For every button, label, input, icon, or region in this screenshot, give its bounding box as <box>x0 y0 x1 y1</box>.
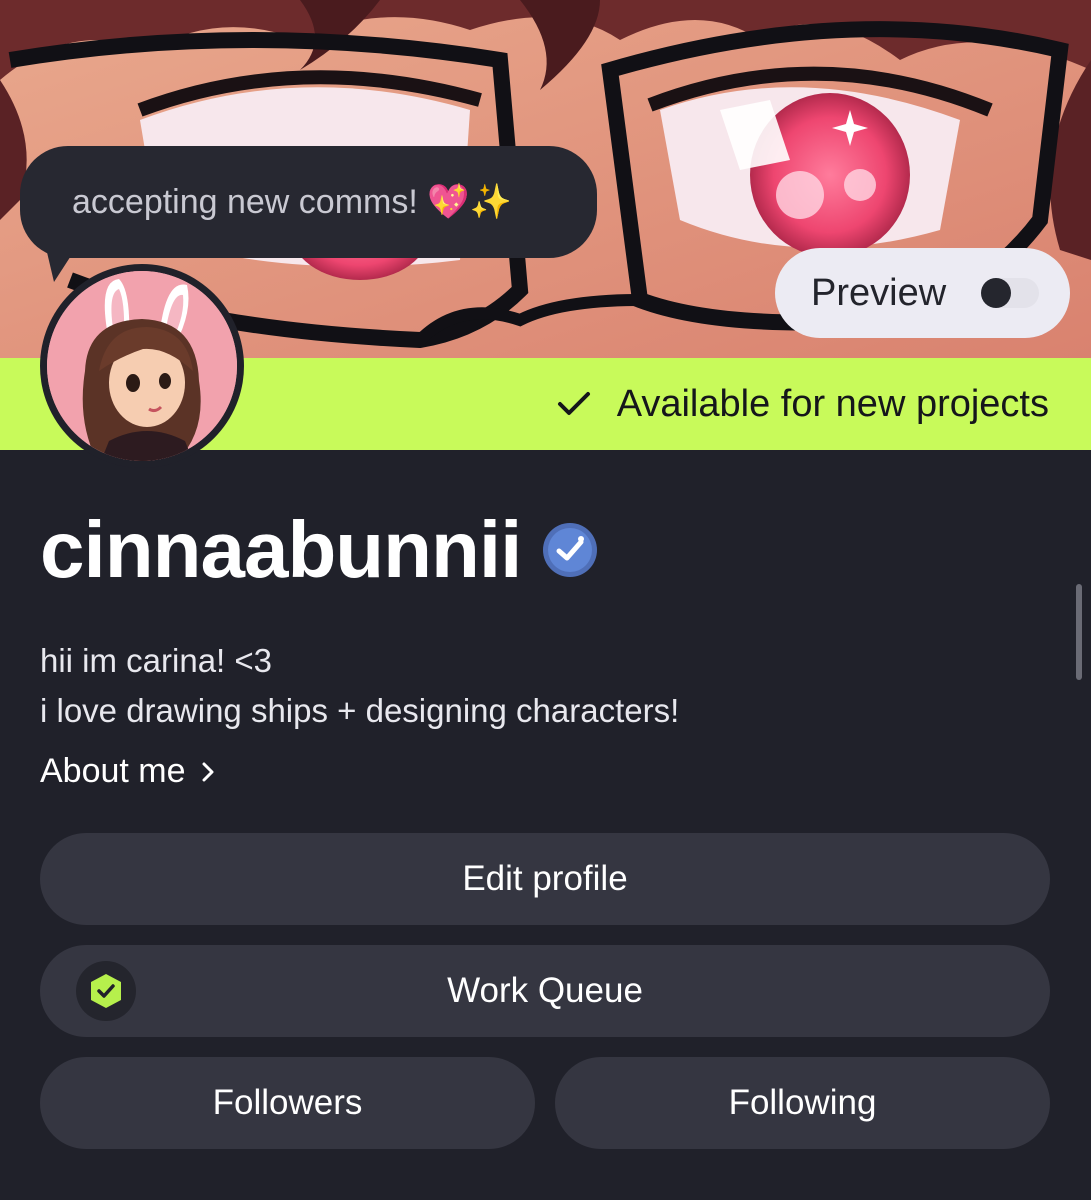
about-me-link[interactable]: About me <box>40 752 216 791</box>
username-row: cinnaabunnii <box>40 504 599 596</box>
avatar-illustration <box>47 271 237 461</box>
scrollbar[interactable] <box>1076 584 1082 680</box>
bio: hii im carina! <3 i love drawing ships +… <box>40 636 679 736</box>
preview-label: Preview <box>811 271 947 314</box>
edit-profile-label: Edit profile <box>462 859 628 898</box>
check-icon <box>557 392 590 415</box>
preview-toggle[interactable]: Preview <box>775 248 1070 338</box>
followers-button[interactable]: Followers <box>40 1057 535 1149</box>
status-bubble[interactable]: accepting new comms! 💖✨ <box>20 146 597 258</box>
verified-badge-icon <box>543 523 598 577</box>
bio-line: i love drawing ships + designing charact… <box>40 692 680 729</box>
about-me-label: About me <box>40 752 186 790</box>
edit-profile-button[interactable]: Edit profile <box>40 833 1050 925</box>
username: cinnaabunnii <box>40 505 522 594</box>
status-text: accepting new comms! 💖✨ <box>72 183 512 221</box>
bio-line: hii im carina! <3 <box>40 642 273 679</box>
avatar[interactable] <box>40 264 244 468</box>
profile-page: accepting new comms! 💖✨ Available for ne… <box>0 0 1091 1200</box>
toggle-knob <box>981 278 1011 308</box>
following-button[interactable]: Following <box>555 1057 1050 1149</box>
availability-text: Available for new projects <box>616 382 1049 425</box>
work-queue-button[interactable]: Work Queue <box>40 945 1050 1037</box>
work-queue-label: Work Queue <box>447 971 643 1010</box>
chevron-right-icon <box>202 762 214 781</box>
followers-label: Followers <box>212 1083 363 1122</box>
status-bubble-tail <box>46 248 76 282</box>
toggle-switch[interactable] <box>981 278 1039 308</box>
following-label: Following <box>728 1083 877 1122</box>
shield-check-icon <box>76 961 136 1021</box>
